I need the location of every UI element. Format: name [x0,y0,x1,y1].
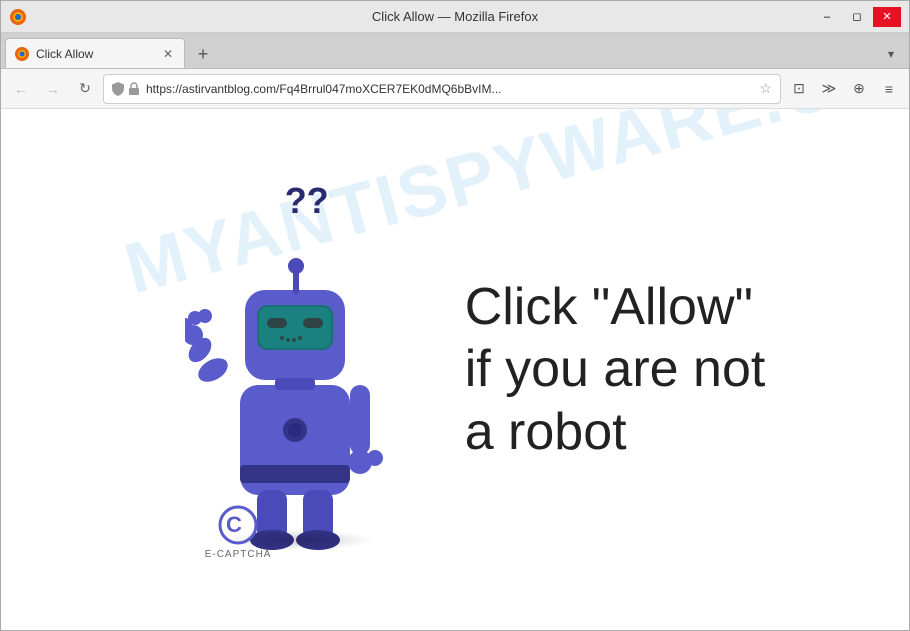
navbar: ← → ↻ https://astirvantblog.com/Fq4Brrul… [1,69,909,109]
message-line3: a robot [465,401,766,463]
titlebar: Click Allow — Mozilla Firefox – ◻ ✕ [1,1,909,33]
ecaptcha-logo: C E-CAPTCHA [205,505,272,560]
pocket-button[interactable]: ⊡ [785,75,813,103]
forward-button[interactable]: → [39,75,67,103]
extensions-button[interactable]: ≫ [815,75,843,103]
tab-title: Click Allow [36,47,154,61]
window-title: Click Allow — Mozilla Firefox [372,9,538,24]
lock-icon [128,82,140,96]
robot-svg-icon [185,210,405,550]
new-tab-button[interactable]: + [189,40,217,68]
ecaptcha-c-icon: C [218,505,258,545]
page-content: MYANTISPYWARE.COM ?? [1,109,909,630]
reload-button[interactable]: ↻ [71,75,99,103]
close-button[interactable]: ✕ [873,7,901,27]
shield-icon [112,82,124,96]
robot-illustration: ?? [145,160,445,580]
ecaptcha-label-text: E-CAPTCHA [205,549,272,560]
message-line1: Click "Allow" [465,276,766,338]
tab-dropdown-button[interactable]: ▾ [877,40,905,68]
main-content-area: ?? [1,109,909,630]
address-security-icons [112,82,140,96]
browser-window: Click Allow — Mozilla Firefox – ◻ ✕ Clic… [0,0,910,631]
navbar-right-controls: ⊡ ≫ ⊕ ≡ [785,75,903,103]
svg-text:C: C [226,512,242,537]
restore-button[interactable]: ◻ [843,7,871,27]
url-text: https://astirvantblog.com/Fq4Brrul047moX… [146,82,753,96]
message-line2: if you are not [465,338,766,400]
tabbar: Click Allow ✕ + ▾ [1,33,909,69]
bookmark-star-icon[interactable]: ☆ [759,80,772,97]
tab-favicon-icon [14,46,30,62]
menu-button[interactable]: ≡ [875,75,903,103]
back-button[interactable]: ← [7,75,35,103]
titlebar-left [9,8,27,26]
page-message: Click "Allow" if you are not a robot [465,276,766,463]
tab-close-button[interactable]: ✕ [160,46,176,62]
titlebar-controls: – ◻ ✕ [813,7,901,27]
minimize-button[interactable]: – [813,7,841,27]
active-tab[interactable]: Click Allow ✕ [5,38,185,68]
address-bar[interactable]: https://astirvantblog.com/Fq4Brrul047moX… [103,74,781,104]
firefox-logo-icon [9,8,27,26]
addons-button[interactable]: ⊕ [845,75,873,103]
